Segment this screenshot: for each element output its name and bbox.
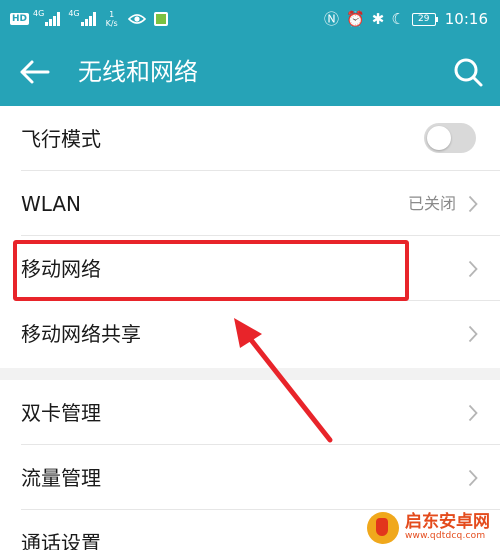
alarm-icon: ⏰ (346, 10, 365, 28)
list-item-label: WLAN (21, 192, 82, 216)
chevron-right-icon (468, 325, 478, 343)
network-speed-unit: K/s (105, 19, 118, 28)
chevron-right-icon (468, 404, 478, 422)
list-item-label: 双卡管理 (21, 401, 101, 425)
do-not-disturb-icon: ☾ (391, 10, 405, 28)
network-speed: 1 K/s (106, 10, 118, 28)
list-item-data-usage[interactable]: 流量管理 (0, 445, 500, 510)
list-item-tethering[interactable]: 移动网络共享 (0, 301, 500, 366)
list-item-airplane-mode[interactable]: 飞行模式 (0, 106, 500, 171)
wlan-status-value: 已关闭 (407, 194, 456, 213)
list-item-label: 移动网络共享 (21, 322, 141, 346)
clock: 10:16 (444, 10, 488, 28)
app-bar: 无线和网络 (0, 38, 500, 106)
nfc-icon: Ⓝ (324, 10, 340, 28)
back-arrow-icon[interactable] (16, 54, 56, 90)
eye-comfort-icon (127, 14, 146, 24)
status-bar: HD 4G 4G 1 K/s Ⓝ ⏰ ✱ ☾ 29 10:16 (0, 0, 500, 38)
sim2-signal-icon (80, 12, 96, 26)
search-icon[interactable] (450, 54, 486, 90)
bluetooth-icon: ✱ (371, 10, 385, 28)
watermark-name: 启东安卓网 (405, 512, 490, 533)
battery-icon: 29 (411, 12, 438, 26)
chevron-right-icon (468, 195, 478, 213)
app-notification-icon (153, 12, 168, 26)
chevron-right-icon (468, 260, 478, 278)
chevron-right-icon (468, 469, 478, 487)
watermark-logo-icon (367, 512, 399, 544)
list-item-label: 飞行模式 (21, 127, 101, 151)
watermark: 启东安卓网 www.qdtdcq.com (367, 512, 490, 544)
sim1-signal-icon (45, 12, 61, 26)
network-speed-value: 1 (109, 10, 115, 19)
watermark-url: www.qdtdcq.com (405, 531, 486, 542)
annotation-highlight-box (13, 240, 409, 301)
hd-voice-badge: HD (10, 13, 30, 25)
sim2-network-type: 4G (68, 9, 80, 18)
list-item-dual-sim[interactable]: 双卡管理 (0, 380, 500, 445)
list-item-label: 流量管理 (21, 466, 101, 490)
sim1-network-type: 4G (33, 9, 45, 18)
page-title: 无线和网络 (78, 58, 198, 86)
list-item-wlan[interactable]: WLAN 已关闭 (0, 171, 500, 236)
airplane-mode-toggle[interactable] (424, 123, 476, 153)
list-item-label: 通话设置 (21, 531, 101, 550)
battery-level: 29 (411, 12, 436, 26)
settings-group-connectivity: 飞行模式 WLAN 已关闭 移动网络 移动网络共享 (0, 106, 500, 368)
